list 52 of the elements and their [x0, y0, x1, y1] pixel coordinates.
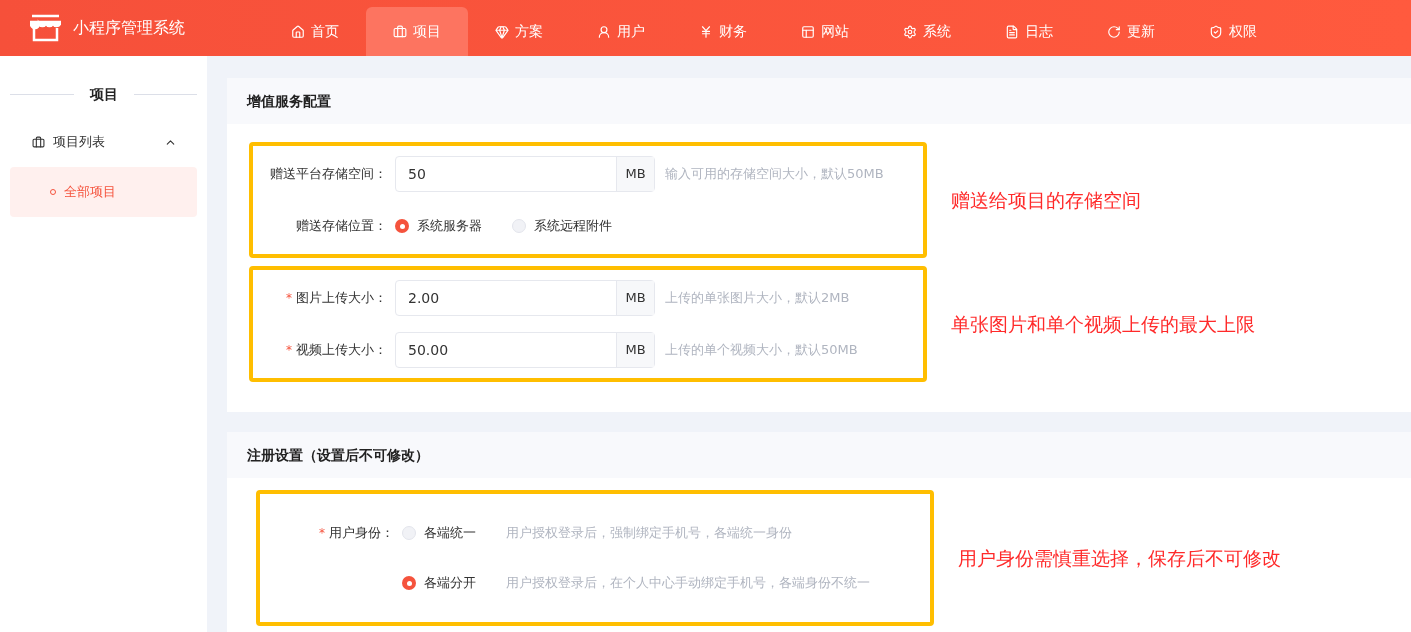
user-icon: [597, 24, 611, 39]
radio-option[interactable]: 系统服务器: [395, 216, 482, 236]
radio-option[interactable]: 各端统一: [402, 523, 482, 543]
radio-option[interactable]: 各端分开: [402, 573, 482, 593]
sidebar-subitem[interactable]: 全部项目: [10, 167, 197, 217]
input-field[interactable]: 50 MB: [395, 156, 655, 192]
nav-tab[interactable]: 方案: [468, 7, 570, 56]
field-label: 图片上传大小：: [296, 289, 387, 308]
nav-tab[interactable]: 网站: [774, 7, 876, 56]
nav-tab[interactable]: 更新: [1080, 7, 1182, 56]
nav-tab[interactable]: 财务: [672, 7, 774, 56]
field-label: 用户身份：: [329, 524, 394, 543]
radio-option[interactable]: 系统远程附件: [512, 216, 612, 236]
nav-tab[interactable]: 用户: [570, 7, 672, 56]
field-label: 视频上传大小：: [296, 341, 387, 360]
unit-addon: MB: [616, 281, 654, 315]
card-title: 注册设置（设置后不可修改）: [247, 445, 429, 465]
field-hint: 上传的单张图片大小，默认2MB: [665, 289, 850, 308]
briefcase-icon: [32, 135, 45, 149]
briefcase-icon: [393, 24, 407, 39]
storefront-icon: [30, 14, 61, 42]
field-label: 赠送存储位置：: [296, 217, 387, 236]
home-icon: [291, 24, 305, 39]
card-title: 增值服务配置: [247, 91, 331, 111]
unit-addon: MB: [616, 157, 654, 191]
annotation-note: 用户身份需慎重选择，保存后不可修改: [958, 545, 1281, 571]
refresh-icon: [1107, 24, 1121, 39]
required-mark: *: [286, 342, 292, 359]
settings-icon: [903, 24, 917, 39]
annotation-note: 单张图片和单个视频上传的最大上限: [951, 311, 1255, 337]
required-mark: *: [319, 525, 325, 542]
yen-icon: [699, 24, 713, 39]
sidebar-title: 项目: [89, 85, 118, 104]
unit-addon: MB: [616, 333, 654, 367]
annotation-note: 赠送给项目的存储空间: [951, 187, 1141, 213]
shield-icon: [1209, 24, 1223, 39]
sidebar-menu-item[interactable]: 项目列表: [10, 127, 197, 157]
document-icon: [1005, 24, 1019, 39]
required-mark: *: [286, 290, 292, 307]
nav-tab[interactable]: 首页: [264, 7, 366, 56]
input-field[interactable]: 50.00 MB: [395, 332, 655, 368]
nav-tab[interactable]: 日志: [978, 7, 1080, 56]
nav-tab[interactable]: 项目: [366, 7, 468, 56]
nav-tab[interactable]: 权限: [1182, 7, 1284, 56]
app-title: 小程序管理系统: [73, 17, 185, 39]
field-hint: 输入可用的存储空间大小，默认50MB: [665, 165, 884, 184]
input-field[interactable]: 2.00 MB: [395, 280, 655, 316]
field-hint: 上传的单个视频大小，默认50MB: [665, 341, 858, 360]
nav-tab[interactable]: 系统: [876, 7, 978, 56]
field-label: 赠送平台存储空间：: [270, 165, 387, 184]
layout-icon: [801, 24, 815, 39]
diamond-icon: [495, 24, 509, 39]
